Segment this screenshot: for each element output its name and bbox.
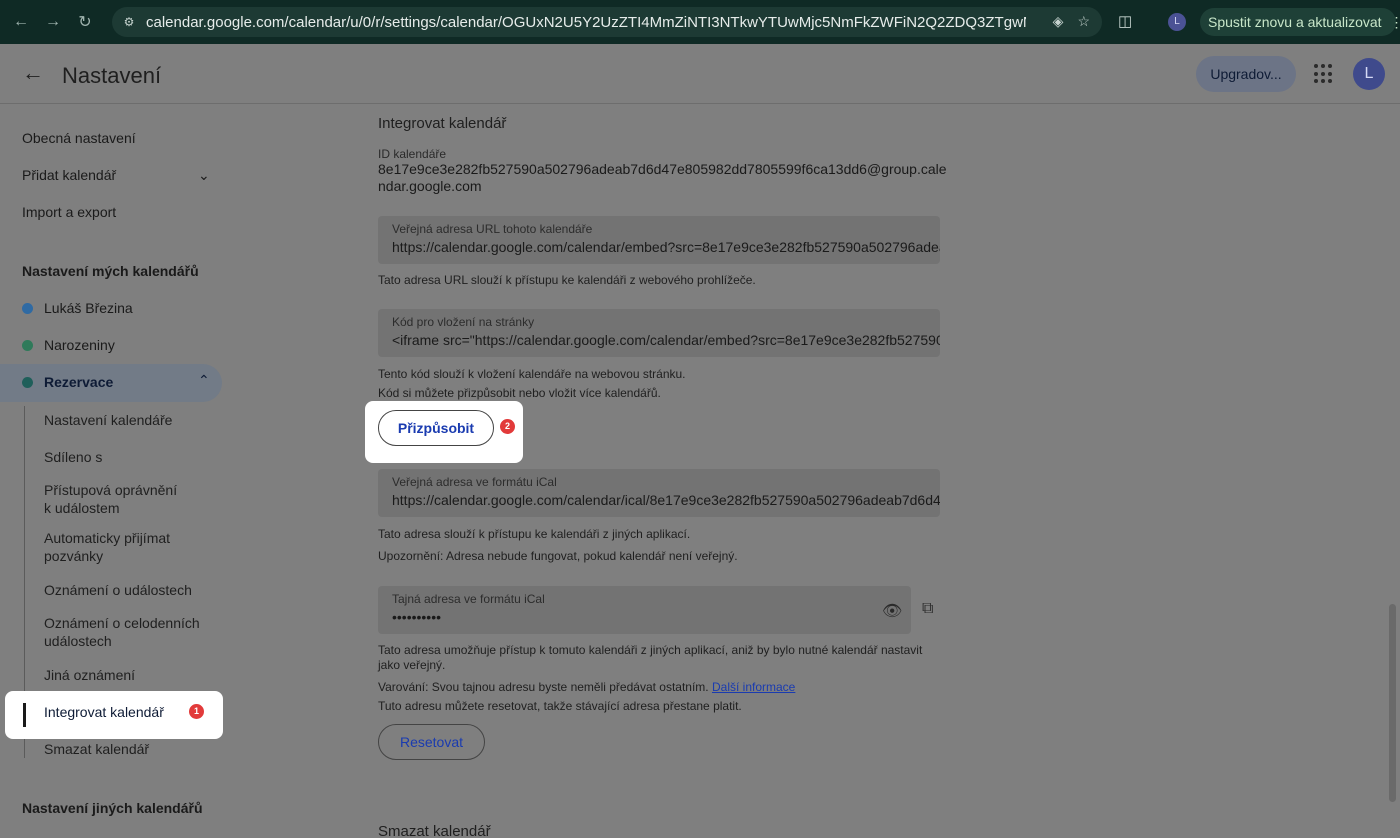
embed-note-2: Kód si můžete přizpůsobit nebo vložit ví… xyxy=(378,386,661,400)
lens-icon[interactable]: ◈ xyxy=(1053,13,1064,30)
url-text[interactable]: calendar.google.com/calendar/u/0/r/setti… xyxy=(146,14,1026,31)
chevron-down-icon[interactable]: ⌄ xyxy=(198,167,210,184)
settings-main: Integrovat kalendář ID kalendáře 8e17e9c… xyxy=(360,105,960,838)
other-calendars-heading: Nastavení jiných kalendářů xyxy=(22,800,203,816)
warning-text: Varování: Svou tajnou adresu byste neměl… xyxy=(378,680,709,694)
address-bar[interactable]: ⚙ calendar.google.com/calendar/u/0/r/set… xyxy=(112,7,1102,37)
ical-public-field[interactable]: Veřejná adresa ve formátu iCal https://c… xyxy=(378,469,940,517)
warning-note: Varování: Svou tajnou adresu byste neměl… xyxy=(378,680,938,695)
bookmark-star-icon[interactable]: ☆ xyxy=(1077,13,1090,30)
copy-icon[interactable]: ⧉ xyxy=(922,600,933,618)
embed-note-1: Tento kód slouží k vložení kalendáře na … xyxy=(378,367,686,381)
update-label: Spustit znovu a aktualizovat xyxy=(1208,14,1382,30)
embed-code-label: Kód pro vložení na stránky xyxy=(392,315,535,329)
public-url-value[interactable]: https://calendar.google.com/calendar/emb… xyxy=(392,239,940,255)
app-header: ← Nastavení Upgradov... L xyxy=(0,44,1400,104)
public-url-note: Tato adresa URL slouží k přístupu ke kal… xyxy=(378,273,756,287)
ical-secret-value[interactable]: •••••••••• xyxy=(392,609,441,625)
ical-public-label: Veřejná adresa ve formátu iCal xyxy=(392,475,557,489)
ical-public-note-1: Tato adresa slouží k přístupu ke kalendá… xyxy=(378,527,691,541)
calendar-id-label: ID kalendáře xyxy=(378,147,447,161)
back-arrow-icon[interactable]: ← xyxy=(22,60,44,86)
calendar-color-dot xyxy=(22,377,33,388)
ical-secret-note: Tato adresa umožňuje přístup k tomuto ka… xyxy=(378,643,923,672)
browser-profile-avatar[interactable]: L xyxy=(1168,13,1186,31)
ical-secret-field[interactable]: Tajná adresa ve formátu iCal •••••••••• xyxy=(378,586,911,634)
calendar-color-dot xyxy=(22,340,33,351)
more-vert-icon: ⋮ xyxy=(1389,13,1400,30)
ical-secret-label: Tajná adresa ve formátu iCal xyxy=(392,592,545,606)
calendar-id-value: 8e17e9ce3e282fb527590a502796adeab7d6d47e… xyxy=(378,161,947,194)
reset-button[interactable]: Resetovat xyxy=(378,724,485,760)
upgrade-button[interactable]: Upgradov... xyxy=(1196,56,1296,92)
sidebar-sub-access-permissions[interactable]: Přístupová oprávnění k událostem xyxy=(44,481,184,517)
sidebar-calendar-lukas[interactable]: Lukáš Březina xyxy=(44,300,133,316)
page-title: Nastavení xyxy=(62,63,162,88)
active-indicator xyxy=(23,703,26,727)
embed-code-value[interactable]: <iframe src="https://calendar.google.com… xyxy=(392,332,940,348)
back-icon[interactable]: ← xyxy=(10,11,32,33)
page-scrollbar[interactable] xyxy=(1389,604,1396,802)
sidebar-sub-allday-notifications[interactable]: Oznámení o celodenních událostech xyxy=(44,614,204,650)
browser-toolbar: ← → ↻ ⚙ calendar.google.com/calendar/u/0… xyxy=(0,0,1400,44)
sidebar-sub-other-notifications[interactable]: Jiná oznámení xyxy=(44,666,214,684)
reload-icon[interactable]: ↻ xyxy=(74,11,96,33)
section-title-integrate: Integrovat kalendář xyxy=(378,115,507,132)
step-badge-2: 2 xyxy=(500,419,515,434)
public-url-label: Veřejná adresa URL tohoto kalendáře xyxy=(392,222,593,236)
sidebar-sub-calendar-settings[interactable]: Nastavení kalendáře xyxy=(44,411,214,429)
sidebar-sub-shared-with[interactable]: Sdíleno s xyxy=(44,448,214,466)
ical-public-value[interactable]: https://calendar.google.com/calendar/ica… xyxy=(392,492,940,508)
sidebar-item-general[interactable]: Obecná nastavení xyxy=(22,130,136,146)
extensions-icon[interactable]: ◫ xyxy=(1118,12,1132,30)
my-calendars-heading: Nastavení mých kalendářů xyxy=(22,263,199,279)
forward-icon[interactable]: → xyxy=(42,11,64,33)
sidebar-calendar-narozeniny[interactable]: Narozeniny xyxy=(44,337,115,353)
customize-button[interactable]: Přizpůsobit xyxy=(378,410,494,446)
apps-grid-icon[interactable] xyxy=(1314,64,1334,84)
sidebar-item-add-calendar[interactable]: Přidat kalendář xyxy=(22,167,116,183)
sidebar-item-import-export[interactable]: Import a export xyxy=(22,204,116,220)
account-avatar[interactable]: L xyxy=(1353,58,1385,90)
sidebar-sub-delete-calendar[interactable]: Smazat kalendář xyxy=(44,740,214,758)
sidebar-sub-event-notifications[interactable]: Oznámení o událostech xyxy=(44,581,214,599)
section-title-delete: Smazat kalendář xyxy=(378,823,491,838)
reset-note: Tuto adresu můžete resetovat, takže stáv… xyxy=(378,699,742,713)
relaunch-update-button[interactable]: Spustit znovu a aktualizovat ⋮ xyxy=(1200,8,1400,36)
embed-code-field[interactable]: Kód pro vložení na stránky <iframe src="… xyxy=(378,309,940,357)
settings-sidebar: Obecná nastavení Přidat kalendář ⌄ Impor… xyxy=(0,105,230,838)
public-url-field[interactable]: Veřejná adresa URL tohoto kalendáře http… xyxy=(378,216,940,264)
calendar-color-dot xyxy=(22,303,33,314)
site-info-icon[interactable]: ⚙ xyxy=(120,15,138,29)
step-badge-1: 1 xyxy=(189,704,204,719)
chevron-up-icon[interactable]: ⌃ xyxy=(198,372,210,389)
more-info-link[interactable]: Další informace xyxy=(712,680,795,694)
eye-icon[interactable]: 👁 xyxy=(882,601,902,621)
sidebar-calendar-rezervace[interactable]: Rezervace xyxy=(44,374,113,390)
sidebar-sub-auto-accept[interactable]: Automaticky přijímat pozvánky xyxy=(44,529,174,565)
ical-public-note-2: Upozornění: Adresa nebude fungovat, poku… xyxy=(378,549,738,563)
